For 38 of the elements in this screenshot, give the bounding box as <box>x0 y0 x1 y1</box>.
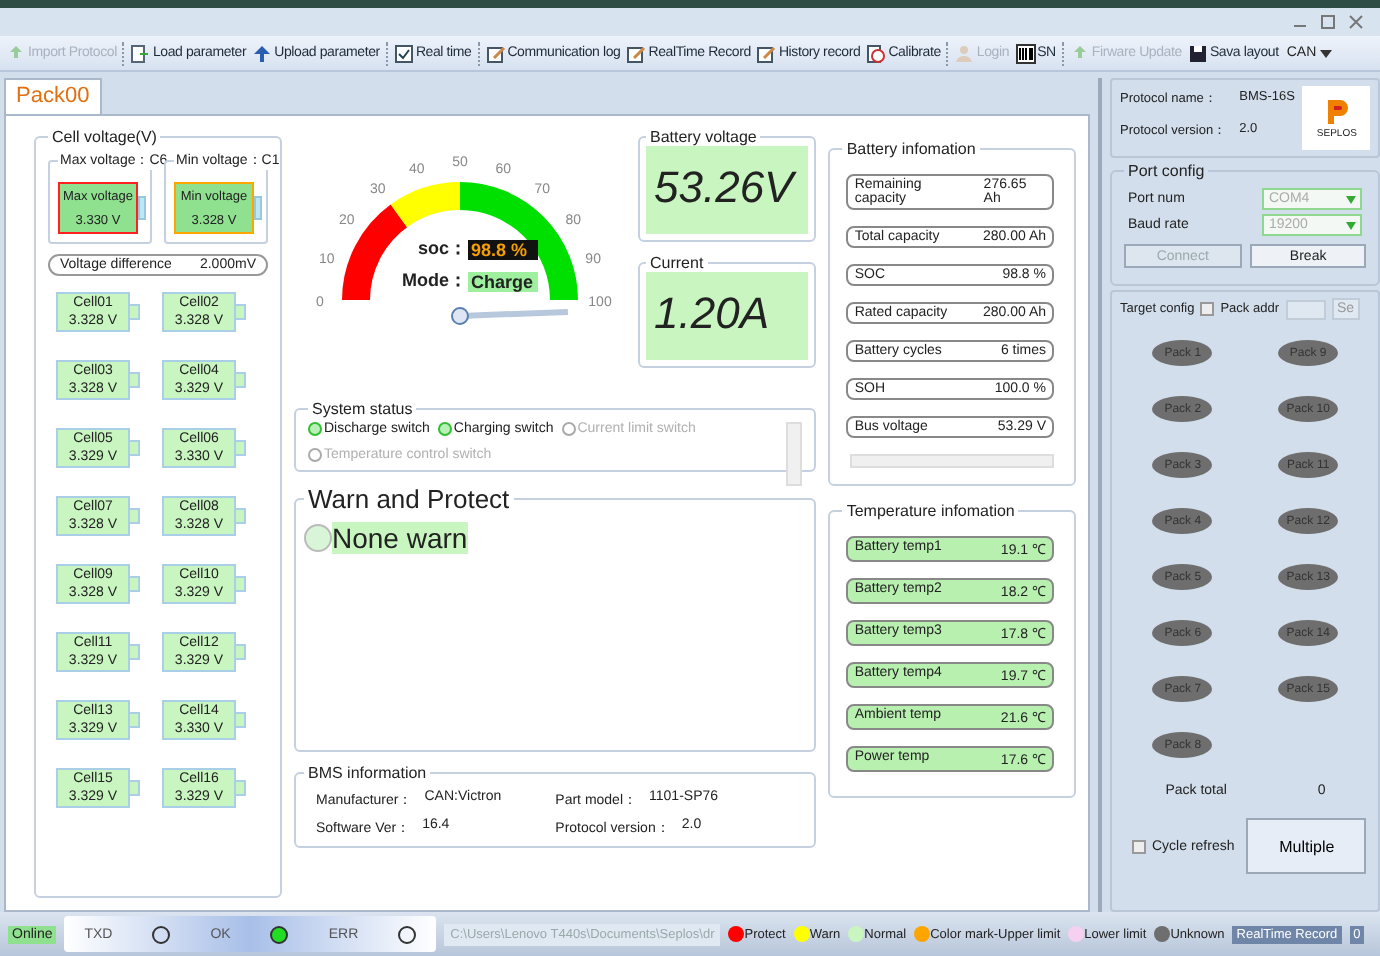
status-dot-icon <box>304 524 332 552</box>
tab[interactable]: Pack00 <box>4 78 102 114</box>
pencil-document-icon <box>626 43 647 63</box>
panel-title: Current <box>648 254 706 272</box>
upload-icon <box>1069 43 1090 63</box>
soc-value: 98.8 % <box>467 239 538 259</box>
user-icon <box>954 43 975 63</box>
reading-value: 53.26V <box>646 146 809 234</box>
warn-text: None warn <box>332 522 468 554</box>
up-arrow-icon <box>252 43 273 63</box>
mode-label: Mode： <box>402 268 467 294</box>
pack-address-field[interactable] <box>1285 299 1325 319</box>
dropdown-arrow-icon <box>1320 49 1333 57</box>
panel-title: Temperature infomation <box>844 502 1017 520</box>
maximize-icon <box>1320 14 1336 30</box>
mode-value: Charge <box>467 271 538 291</box>
panel-title: Port config <box>1126 162 1207 180</box>
scrollbar[interactable] <box>786 422 803 486</box>
barcode-icon <box>1015 43 1036 63</box>
pencil-document-icon <box>485 43 506 63</box>
soc-label: soc： <box>415 236 467 262</box>
checkbox-icon <box>393 43 414 63</box>
checkbox[interactable] <box>1200 302 1215 316</box>
dropdown-arrow-icon <box>1346 221 1357 229</box>
panel-title: Warn and Protect <box>306 484 512 514</box>
panel-title: Battery voltage <box>648 128 759 146</box>
panel-title: System status <box>310 400 415 418</box>
checkbox[interactable] <box>1132 839 1146 853</box>
panel-title: BMS information <box>306 764 429 782</box>
panel-title: Battery infomation <box>844 140 978 158</box>
multiple-button[interactable]: Multiple <box>1246 818 1367 874</box>
panel-title: Cell voltage(V) <box>50 128 159 146</box>
close-icon <box>1348 14 1364 30</box>
upload-icon <box>6 43 26 63</box>
dropdown-arrow-icon <box>1346 195 1357 203</box>
scrollbar[interactable] <box>850 454 1054 468</box>
pencil-document-icon <box>756 43 777 63</box>
reading-value: 1.20A <box>646 272 809 360</box>
